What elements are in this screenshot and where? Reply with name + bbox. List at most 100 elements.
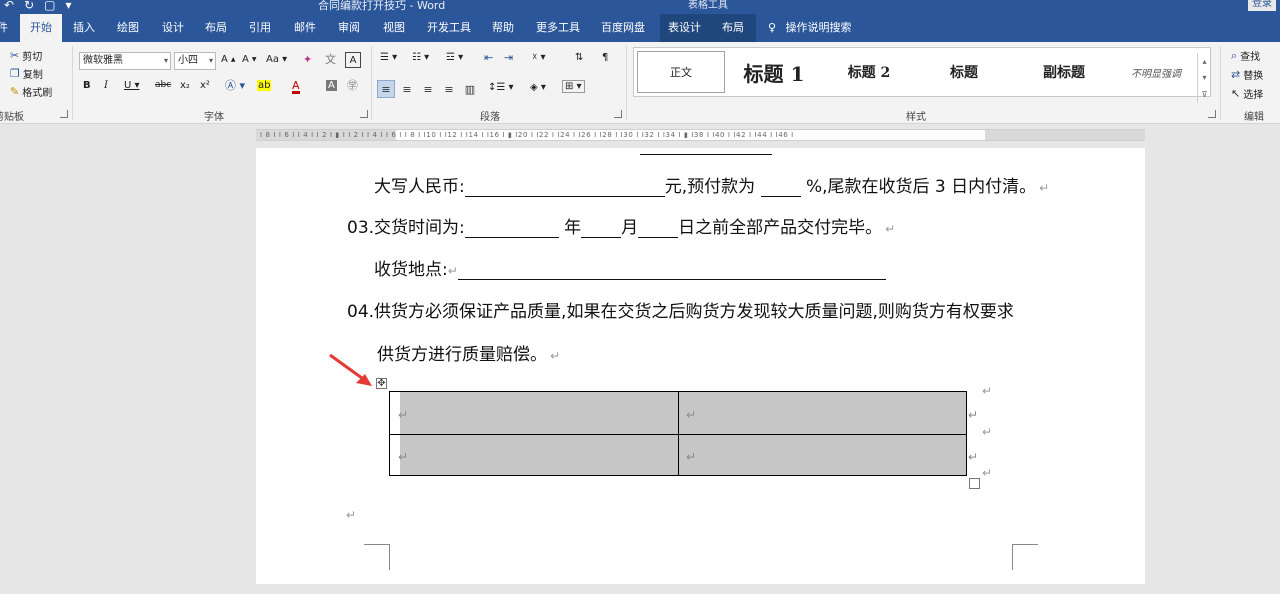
style-heading-1[interactable]: 标题 1 — [729, 48, 819, 96]
multilevel-list-icon[interactable]: ☲ ▾ — [446, 52, 463, 63]
find-button[interactable]: ⌕ 查找 — [1231, 48, 1260, 63]
tab-insert[interactable]: 插入 — [73, 14, 95, 42]
blank-amount[interactable] — [464, 179, 665, 197]
tab-review[interactable]: 审阅 — [338, 14, 360, 42]
table-move-handle-icon[interactable]: ✥ — [376, 378, 387, 389]
tab-layout[interactable]: 布局 — [205, 14, 227, 42]
chevron-down-icon[interactable]: ▾ — [1202, 73, 1206, 82]
tab-design[interactable]: 设计 — [162, 14, 184, 42]
table-row-border[interactable] — [390, 434, 966, 435]
more-styles-icon[interactable]: ⊽ — [1202, 90, 1208, 99]
tab-table-layout[interactable]: 布局 — [722, 14, 744, 42]
font-size-combo[interactable]: 小四 ▾ — [174, 52, 216, 70]
customize-toolbar-icon[interactable]: ▾ — [65, 0, 71, 12]
style-title[interactable]: 标题 — [919, 48, 1009, 96]
phonetic-guide-icon[interactable]: 文 — [325, 54, 336, 65]
sort-icon[interactable]: ⇅ — [575, 52, 583, 63]
cut-button[interactable]: ✂ 剪切 — [10, 48, 42, 63]
doc-line-delivery-time[interactable]: 03.交货时间为: 年月日之前全部产品交付完毕。 ↵ — [347, 213, 895, 238]
underline-icon[interactable]: U ▾ — [124, 80, 140, 91]
align-right-icon[interactable]: ≡ — [419, 80, 437, 98]
redo-icon[interactable]: ↻ — [24, 0, 34, 12]
font-color-icon[interactable]: A — [292, 80, 300, 94]
bullets-icon[interactable]: ☰ ▾ — [380, 52, 397, 63]
replace-button[interactable]: ⇄ 替换 — [1231, 67, 1263, 82]
clipboard-launcher-icon[interactable] — [60, 110, 68, 118]
style-subtle-emphasis[interactable]: 不明显强调 — [1116, 48, 1196, 96]
tab-baidu-netdisk[interactable]: 百度网盘 — [601, 14, 645, 42]
doc-line-payment[interactable]: 大写人民币: 元,预付款为 %,尾款在收货后 3 日内付清。 ↵ — [374, 172, 1049, 197]
tab-more-tools[interactable]: 更多工具 — [536, 14, 580, 42]
style-normal[interactable]: 正文 — [637, 51, 725, 93]
tab-developer[interactable]: 开发工具 — [427, 14, 471, 42]
font-name-combo[interactable]: 微软雅黑 ▾ — [79, 52, 171, 70]
tab-help[interactable]: 帮助 — [492, 14, 514, 42]
chevron-up-icon[interactable]: ▴ — [1202, 57, 1206, 66]
tab-home[interactable]: 开始 — [20, 14, 62, 42]
horizontal-ruler[interactable]: I 8 I I 6 I I 4 I I 2 I ▮ I I 2 I I 4 I … — [256, 129, 1145, 141]
justify-icon[interactable]: ≡ — [440, 80, 458, 98]
show-marks-icon[interactable]: ¶ — [602, 52, 608, 63]
blank-prepay-percent[interactable] — [760, 179, 801, 197]
subscript-icon[interactable]: x₂ — [180, 80, 190, 91]
blank-day[interactable] — [638, 220, 679, 238]
shrink-font-icon[interactable]: A ▼ — [242, 54, 256, 65]
page-margin-corner-left — [364, 544, 390, 570]
strikethrough-icon[interactable]: abc — [155, 80, 171, 90]
tab-references[interactable]: 引用 — [249, 14, 271, 42]
copy-button[interactable]: ❐ 复制 — [10, 66, 43, 81]
tab-draw[interactable]: 绘图 — [117, 14, 139, 42]
align-center-icon[interactable]: ≡ — [398, 80, 416, 98]
numbering-icon[interactable]: ☷ ▾ — [412, 52, 429, 63]
select-button[interactable]: ↖ 选择 — [1231, 86, 1263, 101]
document-page[interactable]: 大写人民币: 元,预付款为 %,尾款在收货后 3 日内付清。 ↵ 03.交货时间为:… — [256, 148, 1145, 584]
blank-year[interactable] — [464, 220, 559, 238]
doc-line-quality-compensation[interactable]: 供货方进行质量赔偿。 ↵ — [377, 340, 560, 365]
styles-scroll[interactable]: ▴ ▾ ⊽ — [1197, 53, 1211, 103]
table-resize-handle-icon[interactable] — [969, 478, 980, 489]
bold-icon[interactable]: B — [83, 80, 91, 91]
align-left-icon[interactable]: ≡ — [377, 80, 395, 98]
ribbon-tabs: 文件 开始 插入 绘图 设计 布局 引用 邮件 审阅 视图 开发工具 帮助 更多… — [0, 14, 1280, 42]
group-divider — [371, 46, 372, 120]
blank-month[interactable] — [581, 220, 622, 238]
tab-view[interactable]: 视图 — [383, 14, 405, 42]
distributed-icon[interactable]: ▥ — [461, 80, 479, 98]
character-border-icon[interactable]: A — [345, 52, 361, 68]
line-spacing-icon[interactable]: ↕☰ ▾ — [488, 82, 514, 93]
grow-font-icon[interactable]: A ▲ — [221, 54, 235, 65]
borders-icon[interactable]: ⊞ ▾ — [562, 80, 585, 93]
increase-indent-icon[interactable]: ⇥ — [504, 52, 513, 63]
style-subtitle[interactable]: 副标题 — [1014, 48, 1114, 96]
italic-icon[interactable]: I — [104, 80, 108, 91]
tab-table-design[interactable]: 表设计 — [668, 14, 701, 42]
blank-address[interactable] — [457, 262, 886, 280]
style-heading-2[interactable]: 标题 2 — [824, 48, 914, 96]
format-painter-button[interactable]: ✎ 格式刷 — [10, 84, 52, 99]
login-button[interactable]: 登录 — [1248, 0, 1276, 11]
paragraph-launcher-icon[interactable] — [614, 110, 622, 118]
tab-file[interactable]: 文件 — [0, 14, 8, 42]
change-case-icon[interactable]: Aa ▾ — [266, 54, 287, 65]
character-shading-icon[interactable]: A — [326, 80, 337, 91]
chinese-layout-icon[interactable]: ☓ ▾ — [532, 52, 546, 63]
document-table[interactable]: ↵ ↵ ↵ ↵ ↵ ↵ — [389, 391, 978, 476]
tab-mailings[interactable]: 邮件 — [294, 14, 316, 42]
doc-line-delivery-place[interactable]: 收货地点:↵ — [374, 255, 886, 280]
undo-icon[interactable]: ↶ — [4, 0, 14, 12]
styles-launcher-icon[interactable] — [1208, 110, 1216, 118]
shading-icon[interactable]: ◈ ▾ — [530, 82, 546, 93]
superscript-icon[interactable]: x² — [200, 80, 210, 91]
print-preview-icon[interactable]: ▢ — [44, 0, 55, 12]
font-launcher-icon[interactable] — [360, 110, 368, 118]
tell-me-search[interactable]: ♀ 操作说明搜索 — [768, 14, 852, 42]
text-effects-icon[interactable]: Ⓐ ▾ — [225, 80, 245, 91]
group-divider — [626, 46, 627, 120]
highlight-icon[interactable]: ab — [257, 80, 272, 91]
enclose-character-icon[interactable]: ㊫ — [347, 80, 358, 91]
decrease-indent-icon[interactable]: ⇤ — [484, 52, 493, 63]
doc-line-quality-clause[interactable]: 04.供货方必须保证产品质量,如果在交货之后购货方发现较大质量问题,则购货方有权… — [347, 297, 1014, 322]
clear-formatting-icon[interactable]: ✦ — [303, 54, 312, 65]
ribbon-home: ✂ 剪切 ❐ 复制 ✎ 格式刷 剪贴板 微软雅黑▾ 小四▾ A▲ A▼ Aa ▾… — [0, 42, 1280, 124]
paragraph-mark: ↵ — [550, 349, 561, 363]
